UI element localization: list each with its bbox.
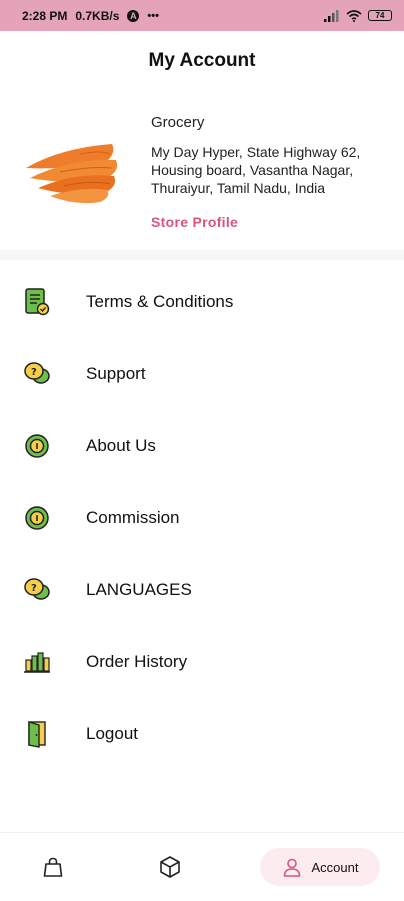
- page-title: My Account: [148, 50, 256, 71]
- menu-item-support[interactable]: ? Support: [0, 338, 404, 410]
- store-info: Grocery My Day Hyper, State Highway 62, …: [151, 114, 391, 230]
- store-category: Grocery: [151, 114, 205, 131]
- store-address: My Day Hyper, State Highway 62, Housing …: [151, 144, 361, 196]
- menu-item-logout[interactable]: Logout: [0, 698, 404, 770]
- bottom-navigation: Account: [0, 832, 404, 901]
- user-icon: [283, 858, 300, 877]
- status-time: 2:28 PM: [22, 8, 68, 23]
- app-notification-icon: A: [127, 9, 140, 22]
- nav-products-button[interactable]: [155, 848, 185, 886]
- section-divider: [0, 250, 404, 260]
- menu-item-about-us[interactable]: About Us: [0, 410, 404, 482]
- svg-text:?: ?: [31, 583, 37, 594]
- nav-account-button[interactable]: Account: [260, 848, 380, 886]
- menu-label: LANGUAGES: [86, 580, 192, 599]
- account-menu: Terms & Conditions ? Support About Us Co…: [0, 266, 404, 770]
- logout-door-icon: [22, 719, 52, 749]
- menu-label: Order History: [86, 652, 188, 671]
- menu-item-commission[interactable]: Commission: [0, 482, 404, 554]
- menu-label: Terms & Conditions: [86, 292, 234, 311]
- order-history-chart-icon: [22, 647, 52, 677]
- status-network-speed: 0.7KB/s: [75, 8, 120, 23]
- support-chat-icon: ?: [22, 359, 52, 389]
- carrots-image: [26, 144, 118, 204]
- wifi-icon: [346, 9, 362, 22]
- menu-item-languages[interactable]: ? LANGUAGES: [0, 554, 404, 626]
- signal-icon: [324, 9, 339, 22]
- status-bar: 2:28 PM 0.7KB/s A ••• 74: [0, 0, 404, 31]
- about-info-icon: [22, 431, 52, 461]
- package-box-icon: [160, 856, 180, 878]
- store-image: [20, 130, 124, 206]
- more-notifications-icon: •••: [147, 9, 159, 22]
- shopping-bag-icon: [43, 857, 63, 877]
- battery-icon: 74: [368, 10, 392, 21]
- nav-orders-button[interactable]: [38, 848, 68, 886]
- menu-item-order-history[interactable]: Order History: [0, 626, 404, 698]
- menu-label: Logout: [86, 724, 138, 743]
- menu-label: Commission: [86, 508, 180, 527]
- store-profile-link[interactable]: Store Profile: [151, 214, 391, 230]
- languages-chat-icon: ?: [22, 575, 52, 605]
- commission-coin-icon: [22, 503, 52, 533]
- menu-label: About Us: [86, 436, 156, 455]
- terms-document-icon: [22, 287, 52, 317]
- nav-account-label: Account: [311, 859, 359, 875]
- menu-item-terms[interactable]: Terms & Conditions: [0, 266, 404, 338]
- svg-text:?: ?: [31, 367, 37, 378]
- menu-label: Support: [86, 364, 146, 383]
